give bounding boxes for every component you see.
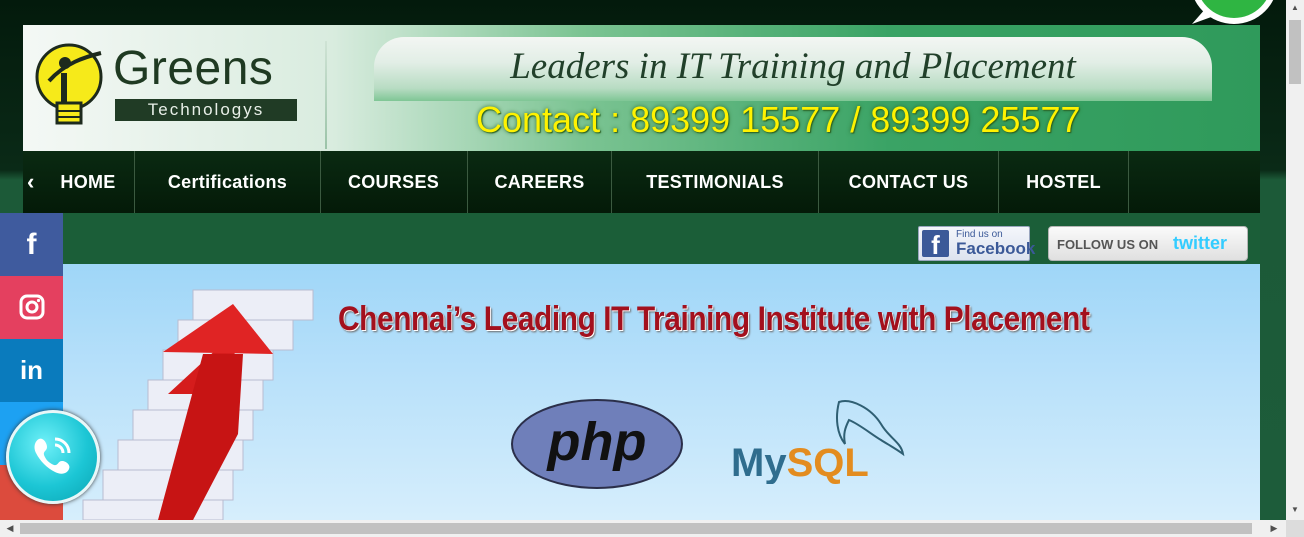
site-tagline: Leaders in IT Training and Placement	[510, 46, 1076, 87]
lightbulb-icon	[35, 43, 103, 125]
site-header: Greens Technologys Leaders in IT Trainin…	[23, 25, 1260, 151]
chevron-left-icon[interactable]: ‹	[27, 169, 34, 195]
contact-phone-numbers[interactable]: Contact : 89399 15577 / 89399 25577	[476, 99, 1081, 141]
site-container: Greens Technologys Leaders in IT Trainin…	[23, 25, 1260, 520]
nav-item-courses[interactable]: COURSES	[321, 151, 466, 213]
nav-item-testimonials[interactable]: TESTIMONIALS	[612, 151, 818, 213]
call-now-button[interactable]	[6, 410, 100, 504]
nav-item-hostel[interactable]: HOSTEL	[999, 151, 1128, 213]
scroll-right-arrow-icon[interactable]: ▶	[1266, 520, 1282, 537]
social-follow-bar: f Find us on Facebook FOLLOW US ON twitt…	[23, 213, 1260, 264]
facebook-share-button[interactable]: f	[0, 213, 63, 276]
scroll-up-arrow-icon[interactable]: ▲	[1286, 0, 1304, 16]
horizontal-scroll-thumb[interactable]	[20, 523, 1252, 534]
nav-separator	[1128, 151, 1129, 213]
staircase-illustration	[82, 289, 314, 520]
svg-text:MySQL: MySQL	[731, 441, 869, 484]
find-us-on-facebook-button[interactable]: f Find us on Facebook	[918, 226, 1035, 261]
vertical-scroll-thumb[interactable]	[1289, 20, 1301, 84]
facebook-badge-text: Facebook	[956, 239, 1036, 258]
instagram-icon	[19, 294, 44, 320]
nav-item-certifications[interactable]: Certifications	[135, 151, 320, 213]
main-navigation: ‹ HOME Certifications COURSES CAREERS TE…	[23, 151, 1260, 213]
hero-banner: Chennai’s Leading IT Training Institute …	[63, 264, 1260, 520]
horizontal-scrollbar[interactable]: ◀ ▶	[0, 520, 1286, 537]
linkedin-button[interactable]: in	[0, 339, 63, 402]
mysql-logo: MySQL	[731, 400, 905, 484]
instagram-button[interactable]	[0, 276, 63, 339]
banner-headline: Chennai’s Leading IT Training Institute …	[338, 300, 1090, 338]
follow-us-on-twitter-button[interactable]: FOLLOW US ON twitter	[1048, 226, 1248, 261]
php-logo: php	[511, 399, 683, 489]
nav-item-home[interactable]: HOME	[43, 151, 133, 213]
scrollbar-corner	[1286, 520, 1304, 537]
nav-item-contact-us[interactable]: CONTACT US	[819, 151, 998, 213]
logo-brand-text: Greens	[113, 42, 274, 95]
nav-item-careers[interactable]: CAREERS	[468, 151, 611, 213]
site-logo[interactable]: Greens Technologys	[35, 37, 325, 137]
vertical-scrollbar[interactable]: ▲ ▼	[1286, 0, 1304, 520]
logo-tagline: Technologys	[115, 99, 297, 121]
svg-text:php: php	[546, 412, 647, 472]
phone-icon	[34, 437, 71, 474]
twitter-follow-text: FOLLOW US ON	[1057, 237, 1159, 252]
facebook-icon: f	[922, 230, 949, 260]
scroll-left-arrow-icon[interactable]: ◀	[2, 520, 18, 537]
scroll-down-arrow-icon[interactable]: ▼	[1286, 502, 1304, 518]
header-divider	[325, 41, 327, 149]
twitter-wordmark: twitter	[1173, 233, 1227, 253]
whatsapp-icon[interactable]	[1184, 0, 1278, 30]
